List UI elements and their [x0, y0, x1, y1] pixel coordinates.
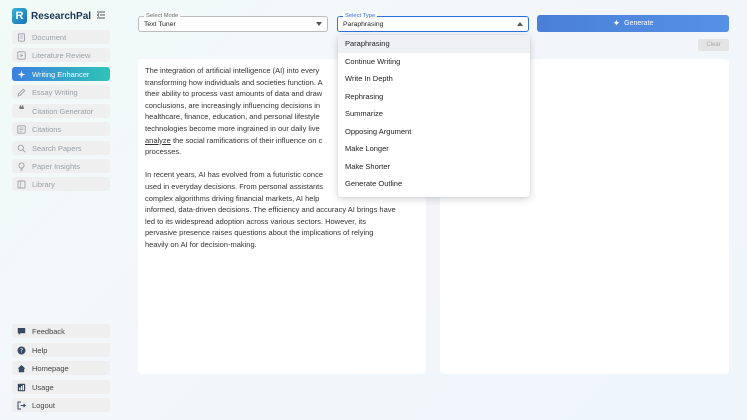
sidebar-item-search-papers[interactable]: Search Papers: [12, 141, 110, 155]
select-type-menu: Paraphrasing Continue Writing Write In D…: [338, 35, 530, 197]
sidebar-item-label: Help: [32, 345, 48, 355]
help-icon: ?: [17, 346, 26, 355]
pencil-icon: [17, 88, 26, 97]
logout-icon: [17, 401, 26, 410]
menu-item-summarize[interactable]: Summarize: [338, 105, 530, 123]
menu-item-make-shorter[interactable]: Make Shorter: [338, 158, 530, 176]
sidebar-item-paper-insights[interactable]: Paper Insights: [12, 159, 110, 173]
chevron-up-icon: [517, 22, 523, 26]
sparkle-icon: ✦: [612, 18, 621, 28]
sidebar-item-feedback[interactable]: Feedback: [12, 324, 110, 338]
sidebar-item-label: Logout: [32, 400, 55, 410]
sidebar-item-logout[interactable]: Logout: [12, 398, 110, 412]
document-icon: [17, 32, 26, 42]
sidebar-item-library[interactable]: Library: [12, 177, 110, 191]
sparkle-icon: [17, 70, 26, 79]
play-square-icon: [17, 50, 26, 60]
menu-item-write-in-depth[interactable]: Write In Depth: [338, 70, 530, 88]
select-mode-dropdown[interactable]: Select Mode Text Tuner: [138, 12, 328, 32]
sidebar: R ResearchPal Document Literature Review…: [0, 0, 122, 420]
sidebar-item-label: Feedback: [32, 326, 65, 336]
select-mode-value: Text Tuner: [144, 21, 176, 28]
sidebar-item-label: Writing Enhancer: [32, 69, 90, 79]
sidebar-item-label: Citation Generator: [32, 106, 94, 116]
app-name: ResearchPal: [31, 10, 92, 22]
sidebar-item-label: Document: [32, 32, 67, 42]
sidebar-item-label: Library: [32, 179, 55, 189]
sidebar-item-citation-generator[interactable]: ❝ Citation Generator: [12, 104, 110, 118]
select-type-label: Select Type: [343, 12, 378, 20]
sidebar-item-document[interactable]: Document: [12, 30, 110, 44]
home-icon: [17, 364, 26, 373]
menu-item-opposing-argument[interactable]: Opposing Argument: [338, 123, 530, 141]
sidebar-item-usage[interactable]: Usage: [12, 380, 110, 394]
sidebar-item-citations[interactable]: Citations: [12, 122, 110, 136]
sidebar-item-label: Paper Insights: [32, 161, 80, 171]
sidebar-item-label: Homepage: [32, 363, 69, 373]
menu-item-make-longer[interactable]: Make Longer: [338, 140, 530, 158]
sidebar-item-writing-enhancer[interactable]: Writing Enhancer: [12, 67, 110, 81]
feedback-icon: [17, 327, 26, 336]
clear-button-label: Clear: [706, 42, 721, 48]
select-type-dropdown[interactable]: Select Type Paraphrasing: [337, 12, 529, 32]
sidebar-item-label: Literature Review: [32, 50, 91, 60]
search-icon: [17, 144, 26, 153]
quote-icon: ❝: [18, 105, 25, 116]
menu-item-generate-outline[interactable]: Generate Outline: [338, 175, 530, 193]
menu-item-continue-writing[interactable]: Continue Writing: [338, 53, 530, 71]
citations-icon: [17, 124, 26, 134]
sidebar-item-homepage[interactable]: Homepage: [12, 361, 110, 375]
lightbulb-icon: [17, 161, 26, 171]
sidebar-item-label: Usage: [32, 382, 54, 392]
sidebar-item-essay-writing[interactable]: Essay Writing: [12, 85, 110, 99]
library-icon: [17, 180, 26, 189]
spellcheck-underline: analyze: [145, 135, 171, 145]
sidebar-item-label: Search Papers: [32, 143, 82, 153]
chevron-down-icon: [316, 22, 322, 26]
sidebar-item-literature-review[interactable]: Literature Review: [12, 48, 110, 62]
menu-item-paraphrasing[interactable]: Paraphrasing: [338, 35, 530, 53]
generate-button[interactable]: ✦ Generate: [537, 15, 729, 32]
usage-icon: [17, 383, 26, 392]
sidebar-item-label: Essay Writing: [32, 87, 78, 97]
sidebar-item-label: Citations: [32, 124, 62, 134]
clear-button[interactable]: Clear: [698, 39, 729, 51]
logo-icon: R: [12, 8, 27, 24]
svg-text:?: ?: [20, 347, 23, 354]
select-mode-label: Select Mode: [144, 12, 181, 20]
collapse-sidebar-icon[interactable]: [96, 10, 106, 20]
generate-button-label: Generate: [624, 20, 654, 27]
select-type-value: Paraphrasing: [343, 21, 384, 28]
sidebar-item-help[interactable]: ? Help: [12, 343, 110, 357]
menu-item-rephrasing[interactable]: Rephrasing: [338, 88, 530, 106]
